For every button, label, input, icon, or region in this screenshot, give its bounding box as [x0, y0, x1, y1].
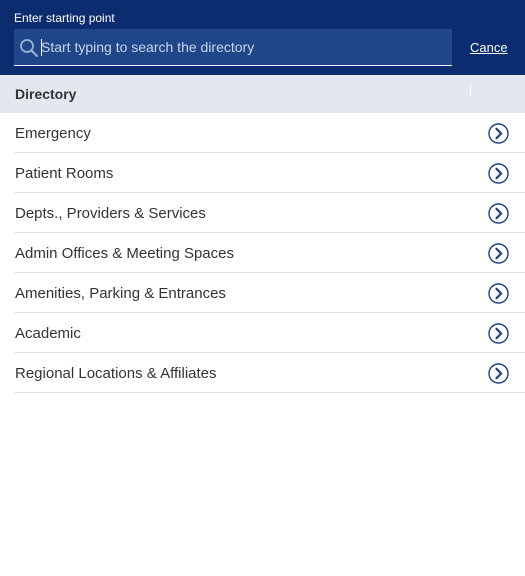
chevron-right-circle-icon[interactable] — [488, 163, 509, 184]
list-item-amenities-parking[interactable]: Amenities, Parking & Entrances — [15, 273, 525, 313]
chevron-right-circle-icon[interactable] — [488, 283, 509, 304]
chevron-right-circle-icon[interactable] — [488, 123, 509, 144]
list-item-academic[interactable]: Academic — [15, 313, 525, 353]
list-item-emergency[interactable]: Emergency — [15, 113, 525, 153]
chevron-right-circle-icon[interactable] — [488, 363, 509, 384]
list-item-label: Emergency — [15, 125, 91, 142]
divider — [470, 84, 471, 96]
list-item-admin-offices[interactable]: Admin Offices & Meeting Spaces — [15, 233, 525, 273]
cancel-link[interactable]: Cance — [470, 40, 525, 55]
list-item-label: Regional Locations & Affiliates — [15, 365, 217, 382]
list-item-label: Academic — [15, 325, 81, 342]
directory-section-header: Directory — [0, 75, 525, 113]
list-item-regional-locations[interactable]: Regional Locations & Affiliates — [15, 353, 525, 393]
list-item-label: Amenities, Parking & Entrances — [15, 285, 226, 302]
chevron-right-circle-icon[interactable] — [488, 323, 509, 344]
list-item-label: Admin Offices & Meeting Spaces — [15, 245, 234, 262]
section-title: Directory — [15, 86, 77, 102]
list-item-label: Depts., Providers & Services — [15, 205, 206, 222]
search-input[interactable] — [41, 29, 441, 65]
starting-point-label: Enter starting point — [14, 11, 115, 25]
text-caret — [41, 39, 42, 56]
chevron-right-circle-icon[interactable] — [488, 203, 509, 224]
search-icon — [20, 39, 38, 57]
chevron-right-circle-icon[interactable] — [488, 243, 509, 264]
header-bar: Enter starting point Cance — [0, 0, 525, 75]
directory-list: Emergency Patient Rooms Depts., Provider… — [15, 113, 525, 393]
search-box[interactable] — [14, 29, 452, 66]
list-item-depts-providers-services[interactable]: Depts., Providers & Services — [15, 193, 525, 233]
list-item-patient-rooms[interactable]: Patient Rooms — [15, 153, 525, 193]
list-item-label: Patient Rooms — [15, 165, 114, 182]
